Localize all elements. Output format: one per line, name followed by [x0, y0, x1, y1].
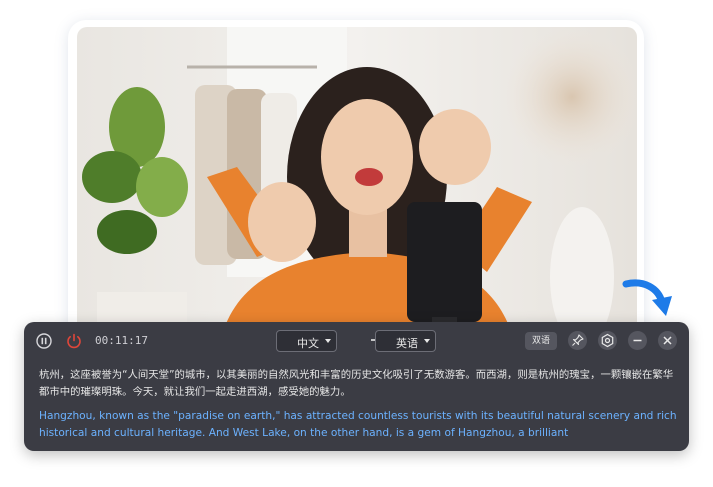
panel-toolbar: 00:11:17 中文 英语 双语: [24, 322, 689, 360]
translated-subtitle-text: Hangzhou, known as the "paradise on eart…: [39, 410, 677, 439]
target-language-value: 英语: [396, 337, 418, 350]
source-subtitle-text: 杭州，这座被誉为“人间天堂”的城市，以其美丽的自然风光和丰富的历史文化吸引了无数…: [39, 369, 674, 398]
source-language-select[interactable]: 中文: [276, 330, 337, 352]
video-scene-image: [77, 27, 637, 357]
chevron-down-icon: [325, 339, 331, 343]
video-preview: [77, 27, 637, 357]
source-language-value: 中文: [297, 337, 319, 350]
pause-icon: [36, 333, 52, 349]
target-language-select[interactable]: 英语: [375, 330, 436, 352]
close-button[interactable]: [658, 331, 677, 350]
subtitle-translation-panel: 00:11:17 中文 英语 双语 杭州，这座被誉为“人间天堂”的城市，以其美丽…: [24, 322, 689, 451]
pin-icon: [572, 334, 584, 346]
chevron-down-icon: [424, 339, 430, 343]
power-icon: [67, 333, 81, 349]
elapsed-timer: 00:11:17: [95, 334, 148, 347]
pin-button[interactable]: [568, 331, 587, 350]
bilingual-toggle-button[interactable]: 双语: [525, 332, 557, 350]
minimize-button[interactable]: [628, 331, 647, 350]
minimize-icon: [633, 339, 642, 342]
power-button[interactable]: [65, 332, 83, 350]
pointer-arrow-icon: [622, 279, 672, 316]
settings-icon: [601, 333, 614, 348]
pause-button[interactable]: [35, 332, 53, 350]
close-icon: [663, 336, 672, 345]
settings-button[interactable]: [598, 331, 617, 350]
